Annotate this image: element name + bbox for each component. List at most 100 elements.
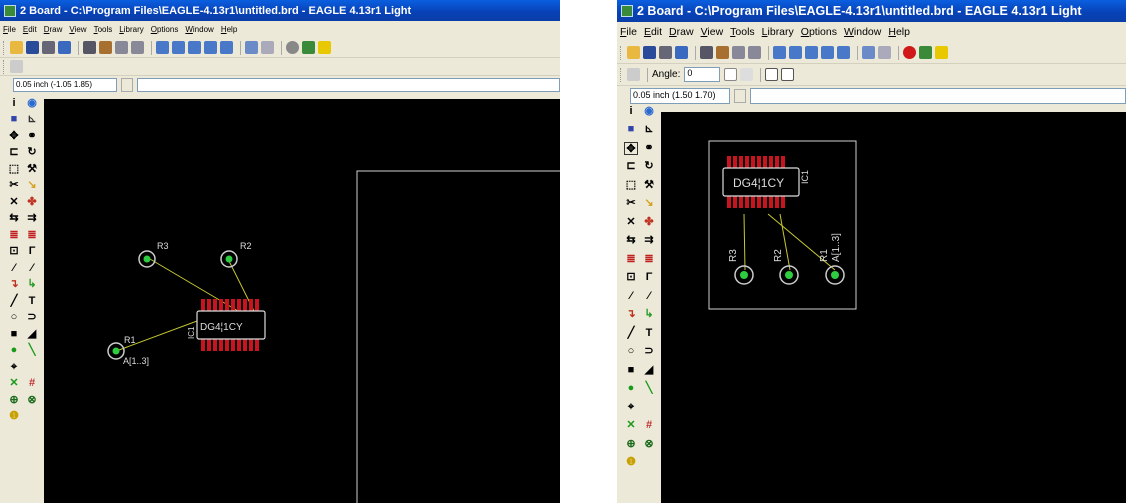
change-icon[interactable]: ⚒ [642, 179, 656, 192]
run-ulp-icon[interactable] [748, 46, 761, 59]
route-icon[interactable]: ↴ [7, 278, 21, 291]
menu-view[interactable]: View [701, 26, 724, 38]
delete-icon[interactable]: ✕ [624, 216, 638, 229]
autorouter-icon[interactable]: # [25, 377, 39, 390]
value-icon[interactable]: ≣ [642, 253, 656, 266]
change-icon[interactable]: ⚒ [25, 163, 39, 176]
layer-icon[interactable] [765, 68, 779, 81]
menu-file[interactable]: File [620, 26, 637, 38]
toolbar-grip[interactable] [3, 59, 6, 74]
cam-icon[interactable] [58, 41, 71, 54]
menu-draw[interactable]: Draw [669, 26, 694, 38]
menu-library[interactable]: Library [762, 26, 794, 38]
via-icon[interactable]: ● [624, 382, 638, 395]
go-icon[interactable] [919, 46, 932, 59]
menu-tools[interactable]: Tools [730, 26, 755, 38]
grid-icon[interactable] [10, 60, 23, 73]
optimize-icon[interactable]: ⁄ [642, 290, 656, 303]
delete-icon[interactable]: ✕ [7, 196, 21, 209]
stop-command-icon[interactable]: ❶ [7, 410, 21, 423]
command-history-button[interactable] [121, 77, 133, 92]
title-bar[interactable]: 2 Board - C:\Program Files\EAGLE-4.13r1\… [0, 0, 560, 21]
text-icon[interactable]: T [642, 327, 656, 340]
menu-library[interactable]: Library [119, 25, 143, 34]
copy-icon[interactable]: ⚭ [25, 130, 39, 143]
command-line-input[interactable] [750, 88, 1126, 104]
command-history-button[interactable] [734, 89, 746, 103]
move-icon[interactable]: ✥ [7, 130, 21, 143]
signal-icon[interactable]: ╲ [25, 344, 39, 357]
schematic-icon[interactable] [700, 46, 713, 59]
spin-text-icon[interactable] [724, 68, 738, 81]
menu-window[interactable]: Window [185, 25, 213, 34]
zoom-in-icon[interactable] [789, 46, 802, 59]
menu-view[interactable]: View [69, 25, 86, 34]
stop-icon[interactable] [903, 46, 916, 59]
cut-icon[interactable]: ↘ [642, 197, 656, 210]
command-line-input[interactable] [137, 77, 560, 92]
replace-icon[interactable]: ⇉ [642, 234, 656, 247]
arc-icon[interactable]: ⊃ [642, 345, 656, 358]
toolbar-grip[interactable] [620, 45, 623, 60]
redraw-icon[interactable] [821, 46, 834, 59]
mirror-icon[interactable]: ⊏ [7, 146, 21, 159]
paste-icon[interactable]: ✂ [624, 197, 638, 210]
rotate-icon[interactable]: ↻ [642, 160, 656, 173]
redo-icon[interactable] [878, 46, 891, 59]
route-icon[interactable]: ↴ [624, 308, 638, 321]
signal-icon[interactable]: ╲ [642, 382, 656, 395]
hole-icon[interactable]: ⌖ [624, 401, 638, 414]
help-icon[interactable] [318, 41, 331, 54]
autorouter-icon[interactable]: # [642, 419, 656, 432]
copy-icon[interactable]: ⚭ [642, 142, 656, 155]
pad-r1[interactable] [825, 265, 845, 285]
smash-icon[interactable]: ⊡ [7, 245, 21, 258]
rect-icon[interactable]: ■ [7, 328, 21, 341]
mirror-text-icon[interactable] [740, 68, 754, 81]
text-icon[interactable]: T [25, 295, 39, 308]
show-icon[interactable]: ◉ [642, 105, 656, 118]
move-icon[interactable]: ✥ [624, 141, 638, 155]
undo-icon[interactable] [245, 41, 258, 54]
polygon-icon[interactable]: ◢ [642, 364, 656, 377]
replace-icon[interactable]: ⇉ [25, 212, 39, 225]
help-icon[interactable] [935, 46, 948, 59]
ratsnest-icon[interactable]: ✕ [7, 377, 21, 390]
value-icon[interactable]: ≣ [25, 229, 39, 242]
board-canvas[interactable]: DG4¦1CY IC1 R3 R2 R1 A[1..3] [44, 99, 560, 503]
print-icon[interactable] [42, 41, 55, 54]
menu-edit[interactable]: Edit [644, 26, 662, 38]
cam-icon[interactable] [675, 46, 688, 59]
miter-icon[interactable]: Γ [25, 245, 39, 258]
toolbar-grip[interactable] [3, 40, 6, 55]
angle-select[interactable]: 0 [684, 67, 721, 82]
grid-icon[interactable] [627, 68, 640, 81]
redo-icon[interactable] [261, 41, 274, 54]
open-icon[interactable] [10, 41, 23, 54]
add-icon[interactable]: ✤ [25, 196, 39, 209]
drc-icon[interactable]: ⊕ [624, 438, 638, 451]
show-icon[interactable]: ◉ [25, 97, 39, 110]
save-icon[interactable] [26, 41, 39, 54]
menu-edit[interactable]: Edit [23, 25, 37, 34]
stop-command-icon[interactable]: ❶ [624, 456, 638, 469]
errors-icon[interactable]: ⊗ [642, 438, 656, 451]
open-icon[interactable] [627, 46, 640, 59]
pad-r3[interactable] [138, 250, 156, 268]
rotate-icon[interactable]: ↻ [25, 146, 39, 159]
info-icon[interactable]: i [7, 97, 21, 110]
script-icon[interactable] [115, 41, 128, 54]
ulp-icon[interactable] [99, 41, 112, 54]
wire-icon[interactable]: ╱ [624, 327, 638, 340]
optimize-icon[interactable]: ⁄ [25, 262, 39, 275]
mark-icon[interactable]: ⊾ [642, 123, 656, 136]
menu-tools[interactable]: Tools [94, 25, 113, 34]
group-icon[interactable]: ⬚ [7, 163, 21, 176]
menu-help[interactable]: Help [888, 26, 910, 38]
zoom-out-icon[interactable] [188, 41, 201, 54]
zoom-fit-icon[interactable] [156, 41, 169, 54]
zoom-fit-icon[interactable] [773, 46, 786, 59]
menu-options[interactable]: Options [801, 26, 837, 38]
pad-r2[interactable] [220, 250, 238, 268]
info-icon[interactable]: i [624, 105, 638, 118]
